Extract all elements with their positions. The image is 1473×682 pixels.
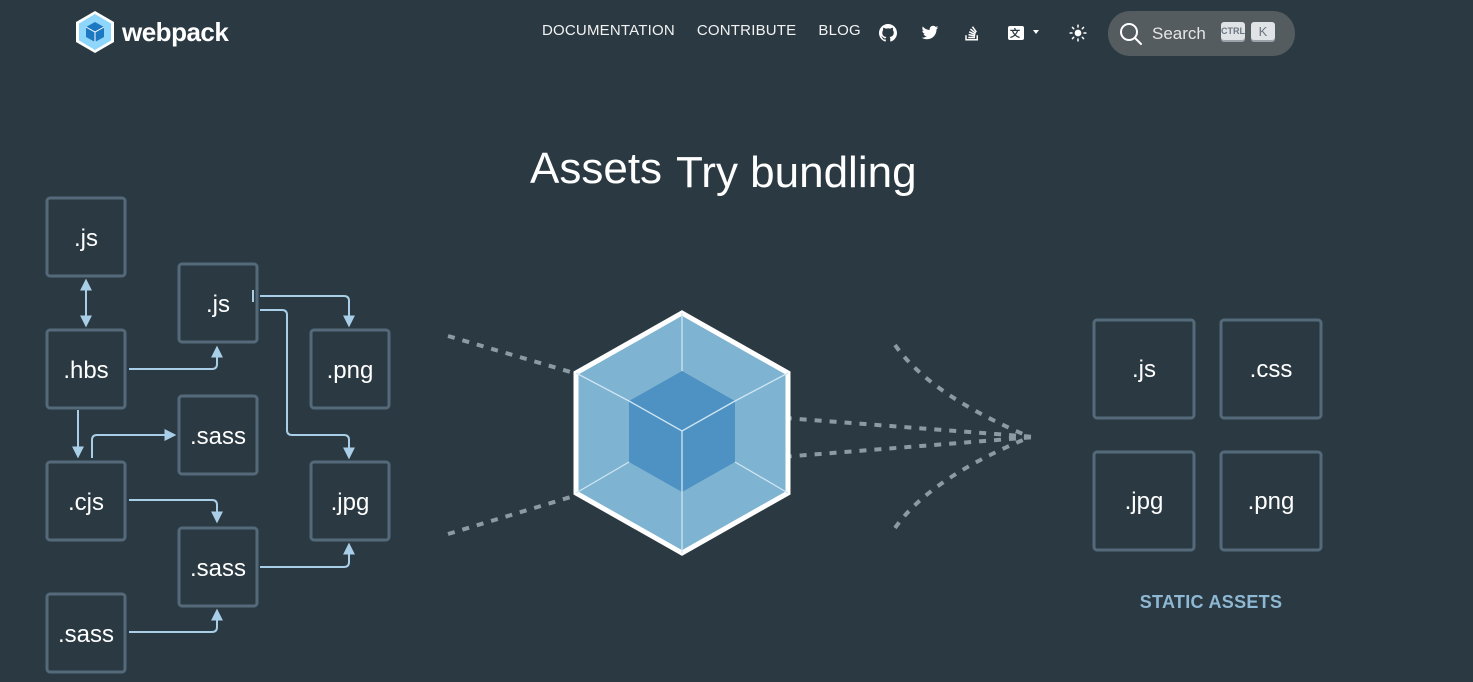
flow-line-arc-top bbox=[893, 343, 1031, 439]
module-label: .hbs bbox=[63, 357, 108, 384]
bundling-diagram: .js .hbs .cjs .sass .js .sass .sass .png… bbox=[45, 196, 1323, 674]
output-label: .js bbox=[1132, 356, 1156, 383]
module-label: .sass bbox=[190, 423, 246, 450]
module-label: .cjs bbox=[68, 489, 104, 516]
flow-line-arc-bottom bbox=[893, 435, 1031, 530]
module-label: .sass bbox=[58, 621, 114, 648]
module-labels: .js .hbs .cjs .sass .js .sass .sass .png… bbox=[58, 225, 373, 648]
output-label: .jpg bbox=[1125, 488, 1164, 515]
module-label: .js bbox=[74, 225, 98, 252]
connector-cjs-sass2 bbox=[129, 499, 223, 524]
module-label: .jpg bbox=[331, 489, 370, 516]
static-assets-caption: STATIC ASSETS bbox=[1139, 592, 1283, 612]
webpack-cube-icon bbox=[573, 310, 791, 556]
module-label: .sass bbox=[190, 555, 246, 582]
connector-sass-sass bbox=[129, 608, 223, 633]
module-label: .js bbox=[206, 291, 230, 318]
output-label: .css bbox=[1250, 356, 1293, 383]
output-label: .png bbox=[1248, 488, 1295, 515]
module-label: .png bbox=[327, 357, 374, 384]
connector-sass-jpg bbox=[260, 542, 355, 568]
connector-hbs-js bbox=[129, 345, 223, 370]
output-boxes bbox=[1092, 318, 1323, 552]
output-labels: .js .css .jpg .png bbox=[1125, 356, 1295, 515]
connector-cjs-sass bbox=[91, 429, 177, 458]
